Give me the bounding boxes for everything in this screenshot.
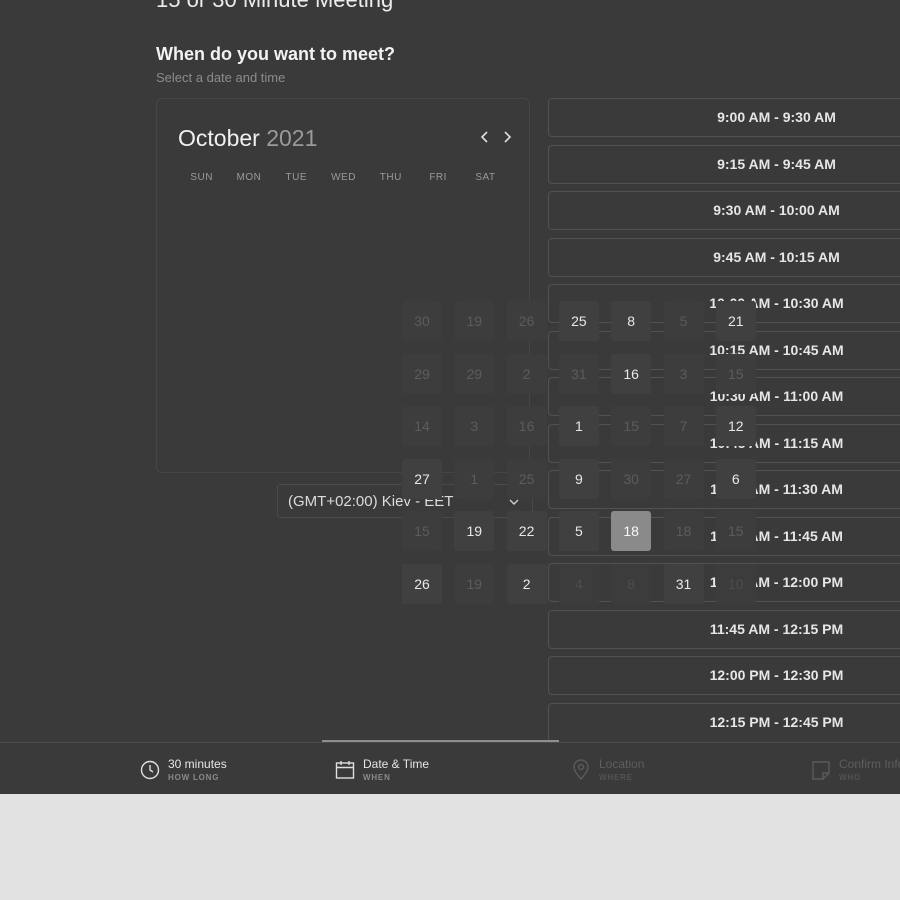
calendar-day[interactable]: 22 <box>506 511 547 551</box>
calendar-icon <box>335 761 355 779</box>
next-month-button[interactable] <box>497 127 517 147</box>
clock-icon <box>140 760 160 780</box>
time-slot[interactable]: 9:00 AM - 9:30 AM <box>548 98 900 137</box>
calendar-day[interactable]: 4 <box>558 563 599 604</box>
calendar-day[interactable]: 1 <box>454 458 495 499</box>
weekday-label: SAT <box>475 172 496 183</box>
weekday-label: TUE <box>285 172 307 183</box>
calendar-day[interactable]: 2 <box>506 353 547 394</box>
calendar-day[interactable]: 26 <box>402 563 442 604</box>
calendar-day[interactable]: 8 <box>611 563 652 604</box>
step-sublabel: HOW LONG <box>168 773 220 782</box>
calendar-day[interactable]: 15 <box>715 511 756 551</box>
time-slot[interactable]: 11:45 AM - 12:15 PM <box>548 609 900 649</box>
time-slot-label: 9:45 AM - 10:15 AM <box>713 248 840 265</box>
prev-month-button[interactable] <box>475 127 495 147</box>
weekday-label: SUN <box>190 172 213 183</box>
calendar-day[interactable]: 19 <box>454 301 495 341</box>
calendar-day[interactable]: 6 <box>715 458 756 499</box>
time-slot[interactable]: 12:15 PM - 12:45 PM <box>548 702 900 742</box>
calendar-day[interactable]: 27 <box>663 458 704 499</box>
calendar-day[interactable]: 19 <box>454 511 495 551</box>
calendar-day[interactable]: 5 <box>663 301 704 341</box>
step-sublabel: WHO <box>839 773 861 782</box>
time-slot-label: 12:15 PM - 12:45 PM <box>709 713 844 730</box>
step-label: Date & Time <box>363 757 430 771</box>
calendar-day[interactable]: 1 <box>558 406 599 446</box>
calendar-day[interactable]: 30 <box>402 301 442 341</box>
note-icon <box>812 761 830 780</box>
time-slot-label: 11:45 AM - 12:15 PM <box>709 620 844 637</box>
step-sublabel: WHERE <box>599 773 633 782</box>
calendar-day[interactable]: 15 <box>715 353 756 394</box>
time-slot[interactable]: 9:30 AM - 10:00 AM <box>548 191 900 230</box>
weekday-label: MON <box>236 172 262 183</box>
chevron-right-icon <box>504 131 512 143</box>
time-slot-label: 12:00 PM - 12:30 PM <box>709 667 844 683</box>
calendar-day[interactable]: 2 <box>506 563 547 604</box>
weekday-label: WED <box>331 172 356 183</box>
calendar-month: October <box>178 125 260 151</box>
calendar-day[interactable]: 16 <box>611 353 652 394</box>
calendar-day[interactable]: 12 <box>715 406 756 446</box>
calendar-day[interactable]: 31 <box>663 563 704 604</box>
calendar-year: 2021 <box>266 125 318 151</box>
calendar-day[interactable]: 10 <box>715 563 756 604</box>
time-slot-label: 9:15 AM - 9:45 AM <box>717 155 836 172</box>
calendar-day[interactable]: 18 <box>663 511 704 551</box>
time-slot-label: 9:00 AM - 9:30 AM <box>717 109 836 125</box>
weekday-label: THU <box>379 172 402 183</box>
calendar-day[interactable]: 5 <box>558 511 599 551</box>
calendar-day[interactable]: 19 <box>454 563 495 604</box>
weekday-label: FRI <box>429 172 447 183</box>
step-sublabel: WHEN <box>363 773 391 782</box>
calendar-day[interactable]: 14 <box>402 406 442 446</box>
calendar-day[interactable]: 25 <box>506 458 547 499</box>
section-subheading: Select a date and time <box>156 70 286 85</box>
calendar-day[interactable]: 21 <box>715 301 756 341</box>
time-slot[interactable]: 9:45 AM - 10:15 AM <box>548 237 900 277</box>
scheduler-app: 15 or 30 Minute Meeting When do you want… <box>0 0 900 794</box>
calendar-day[interactable]: 29 <box>454 353 495 394</box>
chevron-left-icon <box>480 131 488 143</box>
calendar-day[interactable]: 26 <box>506 301 547 341</box>
section-heading: When do you want to meet? <box>156 44 395 64</box>
calendar-day-grid: 30 19 26 25 8 5 21 29 29 2 31 16 3 15 14 3 16 1 15 7 12 27 1 25… <box>402 297 758 607</box>
calendar-day[interactable]: 3 <box>663 353 704 394</box>
calendar-day[interactable]: 25 <box>558 301 599 341</box>
calendar-day[interactable]: 7 <box>663 406 704 446</box>
time-slot[interactable]: 12:00 PM - 12:30 PM <box>548 656 900 695</box>
calendar-day[interactable]: 27 <box>402 458 442 499</box>
step-label: 30 minutes <box>168 757 227 771</box>
step-label: Confirm Info <box>839 757 900 771</box>
calendar-day[interactable]: 3 <box>454 406 495 446</box>
location-pin-icon <box>573 759 589 781</box>
calendar-day[interactable]: 31 <box>558 353 599 394</box>
step-footer: 30 minutes HOW LONG Date & Time WHEN Loc… <box>0 742 900 794</box>
time-slot[interactable]: 9:15 AM - 9:45 AM <box>548 144 900 184</box>
calendar-day[interactable]: 15 <box>402 511 442 551</box>
calendar-day-selected[interactable]: 18 <box>611 511 652 551</box>
calendar-day[interactable]: 30 <box>611 458 652 499</box>
step-label: Location <box>599 757 645 771</box>
meeting-title: 15 or 30 Minute Meeting <box>156 0 393 13</box>
time-slot-label: 9:30 AM - 10:00 AM <box>713 202 840 218</box>
calendar-day[interactable]: 15 <box>611 406 652 446</box>
calendar-day[interactable]: 8 <box>611 301 652 341</box>
calendar-day[interactable]: 16 <box>506 406 547 446</box>
weekday-header: SUN MON TUE WED THU FRI SAT <box>178 172 509 183</box>
calendar-month-year: October 2021 <box>178 125 317 152</box>
calendar-day[interactable]: 9 <box>558 458 599 499</box>
calendar-day[interactable]: 29 <box>402 353 442 394</box>
